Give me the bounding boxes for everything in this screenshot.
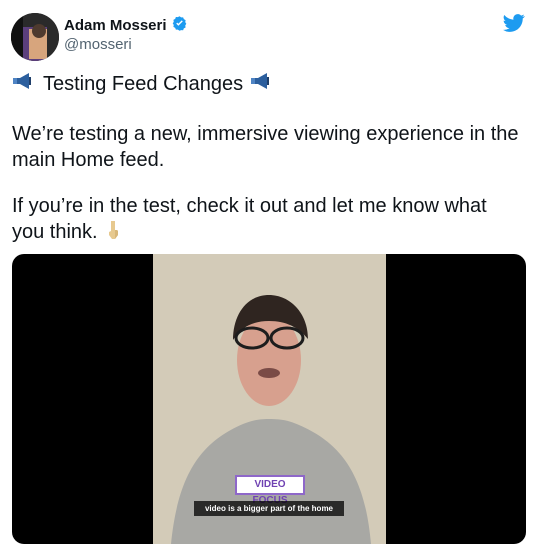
tweet-line: If you’re in the test, check it out and …: [12, 195, 487, 217]
megaphone-icon: [12, 71, 36, 97]
tweet-line: We’re testing a new, immersive viewing e…: [12, 123, 519, 145]
tweet-title: Testing Feed Changes: [43, 73, 244, 95]
author-name-row[interactable]: Adam Mosseri: [64, 15, 188, 36]
video-player[interactable]: VIDEO FOCUS video is a bigger part of th…: [12, 254, 526, 544]
avatar[interactable]: [11, 13, 59, 61]
megaphone-icon: [250, 71, 274, 97]
tweet-line: main Home feed.: [12, 149, 165, 171]
author-handle[interactable]: @mosseri: [64, 36, 132, 53]
tweet-line: you think.: [12, 221, 98, 243]
tweet-paragraph-1: We’re testing a new, immersive viewing e…: [12, 121, 532, 173]
tweet-title-line: Testing Feed Changes: [12, 71, 532, 97]
video-caption: video is a bigger part of the home: [194, 501, 344, 516]
author-name[interactable]: Adam Mosseri: [64, 17, 167, 34]
tweet-paragraph-2: If you’re in the test, check it out and …: [12, 193, 532, 248]
verified-badge-icon: [171, 15, 188, 36]
twitter-logo-icon[interactable]: [502, 12, 526, 34]
video-badge: VIDEO FOCUS: [235, 475, 305, 506]
pointing-down-icon: [103, 219, 125, 248]
